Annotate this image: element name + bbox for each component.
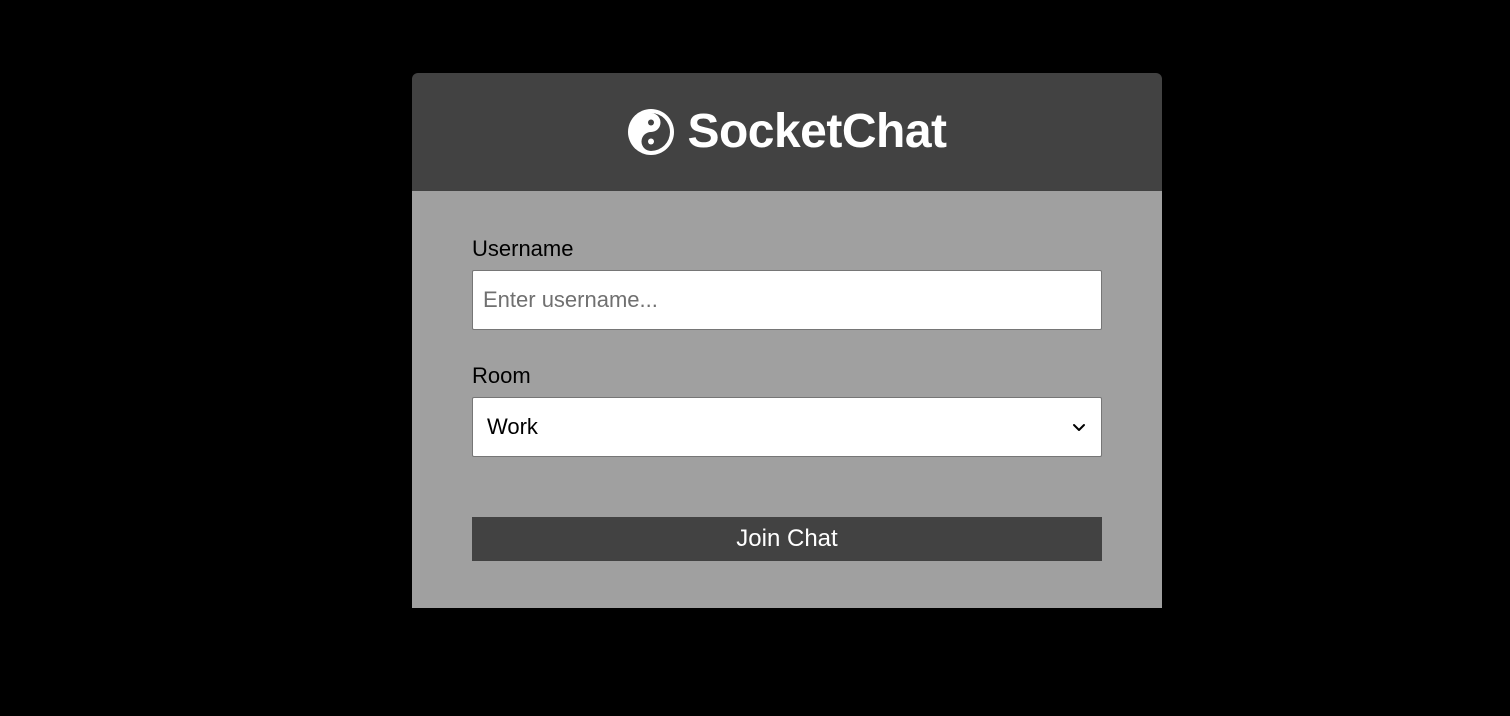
brand-title: SocketChat xyxy=(687,105,947,158)
card-body: Username Room Work Join Chat xyxy=(412,191,1162,608)
username-label: Username xyxy=(472,236,574,261)
join-chat-button[interactable]: Join Chat xyxy=(472,517,1102,561)
room-label: Room xyxy=(472,363,531,388)
yin-yang-icon xyxy=(627,108,675,156)
room-select-value: Work xyxy=(487,414,538,439)
card-header: SocketChat xyxy=(412,73,1162,191)
room-select[interactable]: Work xyxy=(472,397,1102,457)
login-card: SocketChat Username Room Work Join Chat xyxy=(412,73,1162,608)
chevron-down-icon xyxy=(1071,419,1087,435)
username-input[interactable] xyxy=(472,270,1102,330)
